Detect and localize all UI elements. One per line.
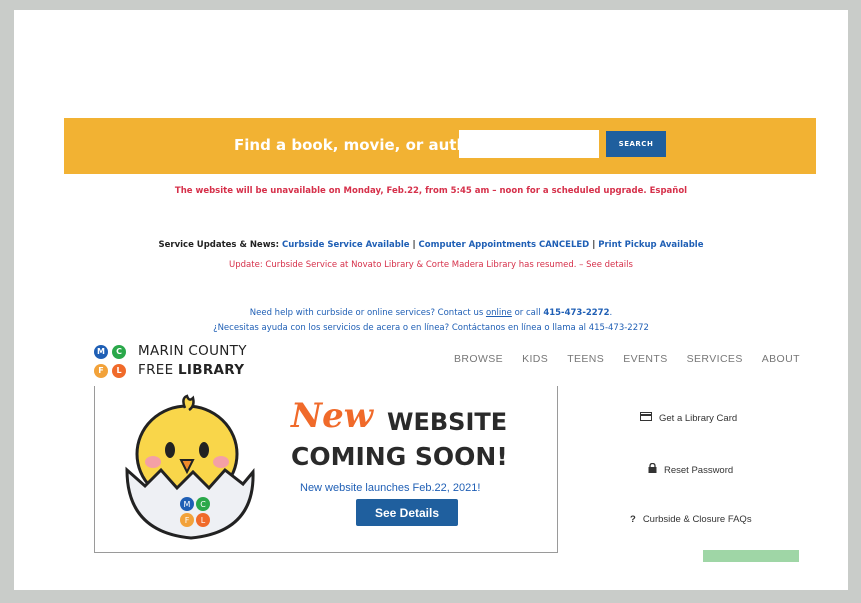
page: Find a book, movie, or author: SEARCH Th… bbox=[14, 10, 848, 590]
logo-library: LIBRARY bbox=[178, 362, 245, 378]
search-band: Find a book, movie, or author: SEARCH bbox=[64, 118, 816, 174]
library-card-link[interactable]: Get a Library Card bbox=[640, 412, 737, 424]
logo-title-line1: MARIN COUNTY bbox=[138, 343, 247, 359]
print-pickup-link[interactable]: Print Pickup Available bbox=[598, 240, 703, 250]
badge-letter-c: C bbox=[200, 500, 206, 509]
chick-mascot-illustration: M C F L bbox=[125, 394, 255, 540]
badge-letter-f: F bbox=[185, 516, 190, 525]
service-updates: Service Updates & News: Curbside Service… bbox=[14, 240, 848, 250]
contact-online-link[interactable]: online bbox=[486, 308, 512, 318]
nav-teens[interactable]: TEENS bbox=[567, 353, 604, 365]
nav-events[interactable]: EVENTS bbox=[623, 353, 667, 365]
search-label: Find a book, movie, or author: bbox=[234, 136, 491, 154]
logo-dot-f: F bbox=[94, 364, 108, 378]
reset-password-link[interactable]: Reset Password bbox=[648, 462, 734, 476]
nav-kids[interactable]: KIDS bbox=[522, 353, 548, 365]
search-button[interactable]: SEARCH bbox=[606, 131, 666, 157]
card-icon bbox=[640, 412, 652, 424]
nav-about[interactable]: ABOUT bbox=[762, 353, 800, 365]
banner-coming-soon: COMING SOON! bbox=[291, 442, 508, 471]
curbside-update-link[interactable]: Update: Curbside Service at Novato Libra… bbox=[14, 260, 848, 270]
banner-website: WEBSITE bbox=[387, 408, 508, 436]
badge-letter-m: M bbox=[184, 500, 191, 509]
help-suffix: . bbox=[609, 308, 613, 318]
service-updates-prefix: Service Updates & News: bbox=[158, 240, 282, 250]
help-phone[interactable]: 415-473-2272 bbox=[543, 308, 609, 318]
help-english: Need help with curbside or online servic… bbox=[14, 308, 848, 318]
green-button-partial[interactable] bbox=[703, 550, 799, 562]
logo-dot-m: M bbox=[94, 345, 108, 359]
search-input[interactable] bbox=[459, 130, 599, 158]
service-separator: | bbox=[589, 240, 599, 250]
lock-icon bbox=[648, 462, 657, 476]
nav-browse[interactable]: BROWSE bbox=[454, 353, 503, 365]
badge-letter-l: L bbox=[201, 516, 206, 525]
library-card-label: Get a Library Card bbox=[659, 413, 738, 424]
reset-password-label: Reset Password bbox=[664, 465, 734, 476]
help-prefix: Need help with curbside or online servic… bbox=[249, 308, 486, 318]
library-logo[interactable]: M C F L MARIN COUNTY FREE LIBRARY bbox=[94, 342, 294, 382]
nav-services[interactable]: SERVICES bbox=[687, 353, 743, 365]
computer-appointments-link[interactable]: Computer Appointments CANCELED bbox=[419, 240, 590, 250]
help-spanish: ¿Necesitas ayuda con los servicios de ac… bbox=[213, 323, 649, 332]
service-separator: | bbox=[409, 240, 419, 250]
see-details-button[interactable]: See Details bbox=[356, 499, 458, 526]
new-website-banner[interactable]: M C F L New WEBSITE COMING SOON! New web… bbox=[94, 386, 558, 553]
main-nav: BROWSE KIDS TEENS EVENTS SERVICES ABOUT bbox=[454, 353, 800, 365]
question-icon: ? bbox=[630, 514, 636, 525]
banner-launch-date: New website launches Feb.22, 2021! bbox=[300, 482, 481, 494]
outage-notice: The website will be unavailable on Monda… bbox=[174, 186, 688, 196]
curbside-faqs-link[interactable]: ? Curbside & Closure FAQs bbox=[630, 514, 752, 525]
help-mid: or call bbox=[511, 308, 544, 318]
curbside-service-link[interactable]: Curbside Service Available bbox=[282, 240, 410, 250]
logo-dot-c: C bbox=[112, 345, 126, 359]
logo-free: FREE bbox=[138, 362, 178, 378]
curbside-faqs-label: Curbside & Closure FAQs bbox=[642, 514, 752, 525]
logo-dot-l: L bbox=[112, 364, 126, 378]
banner-new: New bbox=[291, 396, 373, 436]
logo-title-line2: FREE LIBRARY bbox=[138, 362, 244, 378]
